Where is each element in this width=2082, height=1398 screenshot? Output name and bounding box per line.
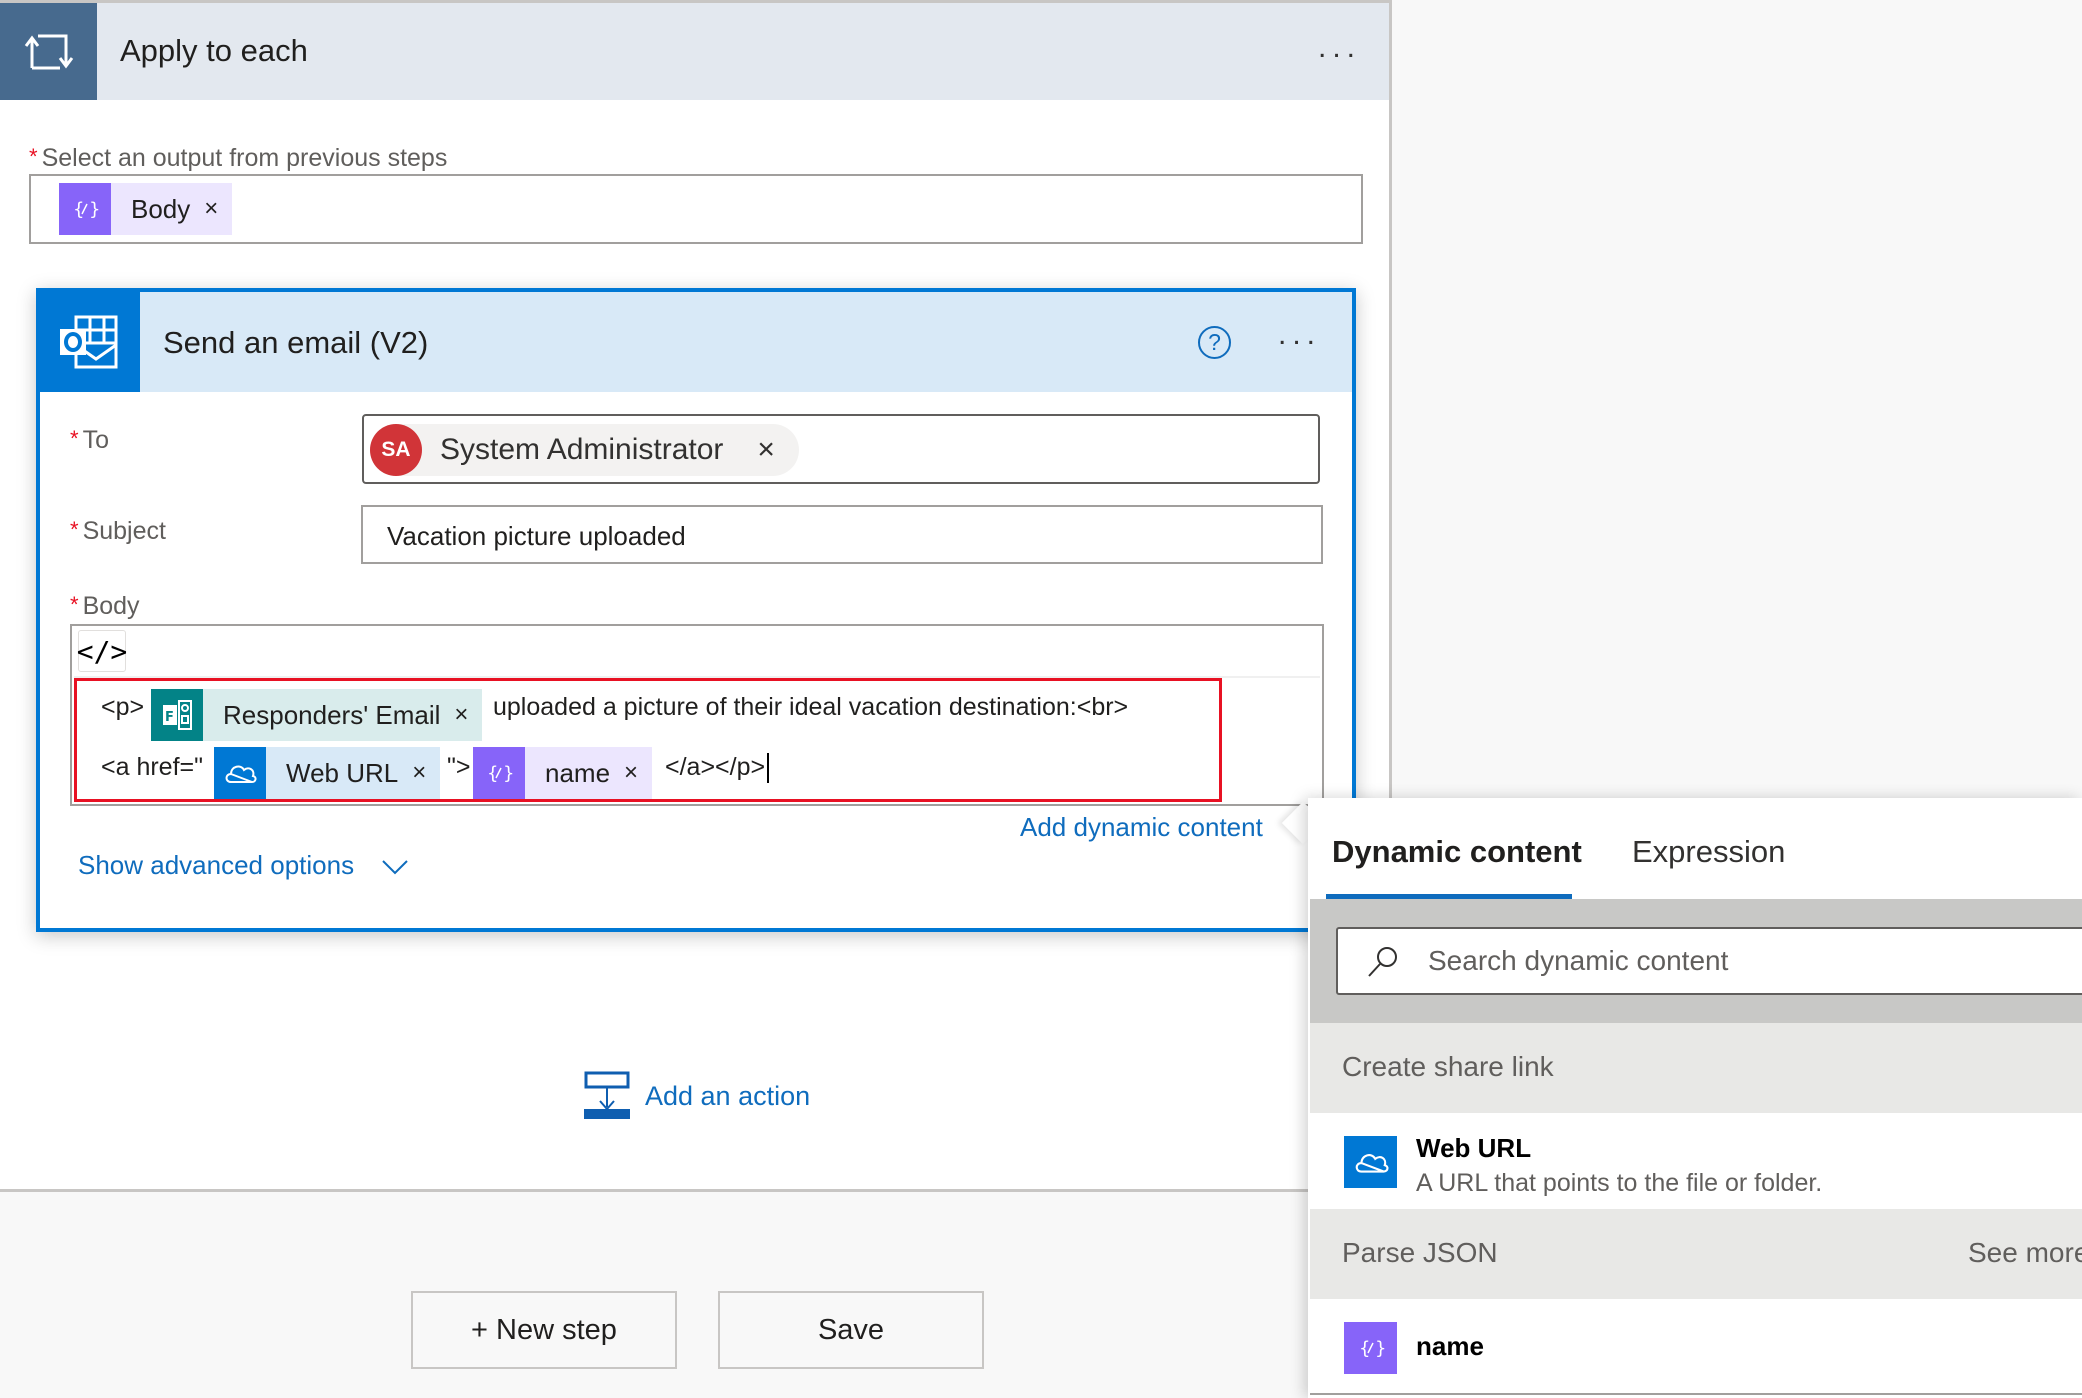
required-marker: * (70, 426, 79, 451)
body-text-line1: uploaded a picture of their ideal vacati… (493, 693, 1129, 721)
svg-text:}: } (503, 763, 514, 784)
required-marker: * (70, 592, 79, 617)
add-action-link[interactable]: Add an action (645, 1081, 810, 1112)
see-more-link[interactable]: See more (1968, 1237, 2082, 1269)
recipient-persona: SA System Administrator × (370, 424, 799, 476)
editor-toolbar: </> (74, 628, 1320, 678)
body-html-content[interactable]: <p> F Responders' Email × uploaded a pic… (74, 678, 1222, 802)
recipient-name: System Administrator (440, 433, 724, 466)
remove-token-icon[interactable]: × (624, 747, 652, 799)
search-area (1310, 899, 2082, 1023)
body-text-p-open: <p> (101, 693, 145, 721)
body-text-a-open: <a href=" (101, 753, 204, 781)
show-advanced-label: Show advanced options (78, 850, 355, 880)
add-dynamic-content-link[interactable]: Add dynamic content (1020, 812, 1263, 843)
section-header-parse-json: Parse JSON See more (1310, 1209, 2082, 1299)
body-token-label: Body (131, 193, 191, 224)
name-token[interactable]: {} name × (473, 747, 653, 799)
more-options-icon[interactable]: ... (1318, 33, 1361, 63)
output-label: * Select an output from previous steps (29, 144, 447, 173)
loop-icon (0, 3, 97, 100)
subject-label: * Subject (70, 517, 166, 546)
tab-dynamic-content[interactable]: Dynamic content (1332, 834, 1582, 870)
output-label-text: Select an output from previous steps (41, 144, 448, 172)
section-title: Parse JSON (1342, 1237, 1498, 1268)
section-title: Create share link (1342, 1051, 1554, 1082)
svg-text:}: } (89, 199, 100, 220)
body-text-close-tags: </a></p> (665, 753, 766, 781)
new-step-button[interactable]: + New step (411, 1291, 677, 1369)
send-email-card: Send an email (V2) ? ... * To SA System A… (36, 288, 1356, 932)
responders-email-token[interactable]: F Responders' Email × (151, 689, 483, 741)
expression-icon: {} (1344, 1322, 1397, 1374)
svg-text:}: } (1375, 1338, 1386, 1359)
remove-recipient-icon[interactable]: × (757, 433, 775, 467)
required-marker: * (29, 144, 38, 169)
subject-input[interactable]: Vacation picture uploaded (361, 505, 1323, 564)
remove-token-icon[interactable]: × (454, 689, 482, 741)
avatar: SA (370, 424, 422, 476)
responders-email-label: Responders' Email (223, 699, 441, 730)
canvas-footer: + New step Save (0, 1195, 1392, 1398)
body-text-close: </a></p> (665, 753, 770, 784)
svg-text:{: { (73, 199, 84, 220)
dynamic-content-panel: Dynamic content Expression Create share … (1308, 798, 2082, 1398)
output-select-field[interactable]: {} Body × (29, 174, 1363, 244)
expression-icon: {} (59, 183, 111, 235)
apply-to-each-card: Apply to each ... * Select an output from… (0, 0, 1392, 1192)
add-action-icon[interactable] (584, 1071, 630, 1119)
apply-to-each-header[interactable]: Apply to each ... (0, 3, 1389, 100)
onedrive-icon (214, 747, 266, 799)
outlook-icon (40, 292, 140, 392)
body-editor[interactable]: </> <p> F Responders' Email × uploaded a… (70, 624, 1324, 806)
name-token-label: name (545, 757, 611, 788)
text-caret (767, 753, 770, 784)
chevron-down-icon (382, 860, 409, 875)
item-description: A URL that points to the file or folder. (1416, 1169, 1823, 1197)
dynamic-item-web-url[interactable]: Web URL A URL that points to the file or… (1310, 1113, 2082, 1209)
body-label-text: Body (82, 592, 140, 620)
web-url-token[interactable]: Web URL × (214, 747, 441, 799)
item-title: Web URL (1416, 1133, 1532, 1163)
section-header-create-share-link: Create share link (1310, 1023, 2082, 1113)
apply-to-each-title: Apply to each (120, 33, 308, 68)
search-input[interactable] (1426, 939, 2026, 983)
svg-text:{: { (1359, 1338, 1370, 1359)
svg-text:{: { (487, 763, 498, 784)
help-icon[interactable]: ? (1198, 326, 1231, 359)
expression-icon: {} (473, 747, 525, 799)
search-icon (1368, 947, 1397, 977)
remove-token-icon[interactable]: × (412, 747, 440, 799)
tab-expression[interactable]: Expression (1632, 834, 1785, 870)
to-label-text: To (82, 426, 109, 454)
send-email-header[interactable]: Send an email (V2) ? ... (40, 292, 1352, 392)
required-marker: * (70, 517, 79, 542)
save-button[interactable]: Save (718, 1291, 984, 1369)
body-text-quote-close: "> (447, 753, 471, 781)
remove-token-icon[interactable]: × (204, 183, 232, 235)
onedrive-icon (1344, 1136, 1397, 1188)
more-options-icon[interactable]: ... (1278, 320, 1321, 350)
web-url-label: Web URL (286, 757, 399, 788)
search-box[interactable] (1336, 927, 2082, 995)
body-token[interactable]: {} Body × (59, 183, 233, 235)
to-label: * To (70, 426, 109, 455)
dynamic-item-name[interactable]: {} name (1310, 1299, 2082, 1395)
code-view-toggle[interactable]: </> (77, 630, 127, 672)
forms-icon: F (151, 689, 203, 741)
send-email-title: Send an email (V2) (163, 325, 429, 360)
svg-text:F: F (165, 710, 174, 725)
body-label: * Body (70, 592, 140, 621)
item-title: name (1416, 1331, 1484, 1361)
show-advanced-options-link[interactable]: Show advanced options (78, 850, 409, 881)
to-field[interactable]: SA System Administrator × (362, 414, 1320, 484)
subject-label-text: Subject (82, 517, 166, 545)
